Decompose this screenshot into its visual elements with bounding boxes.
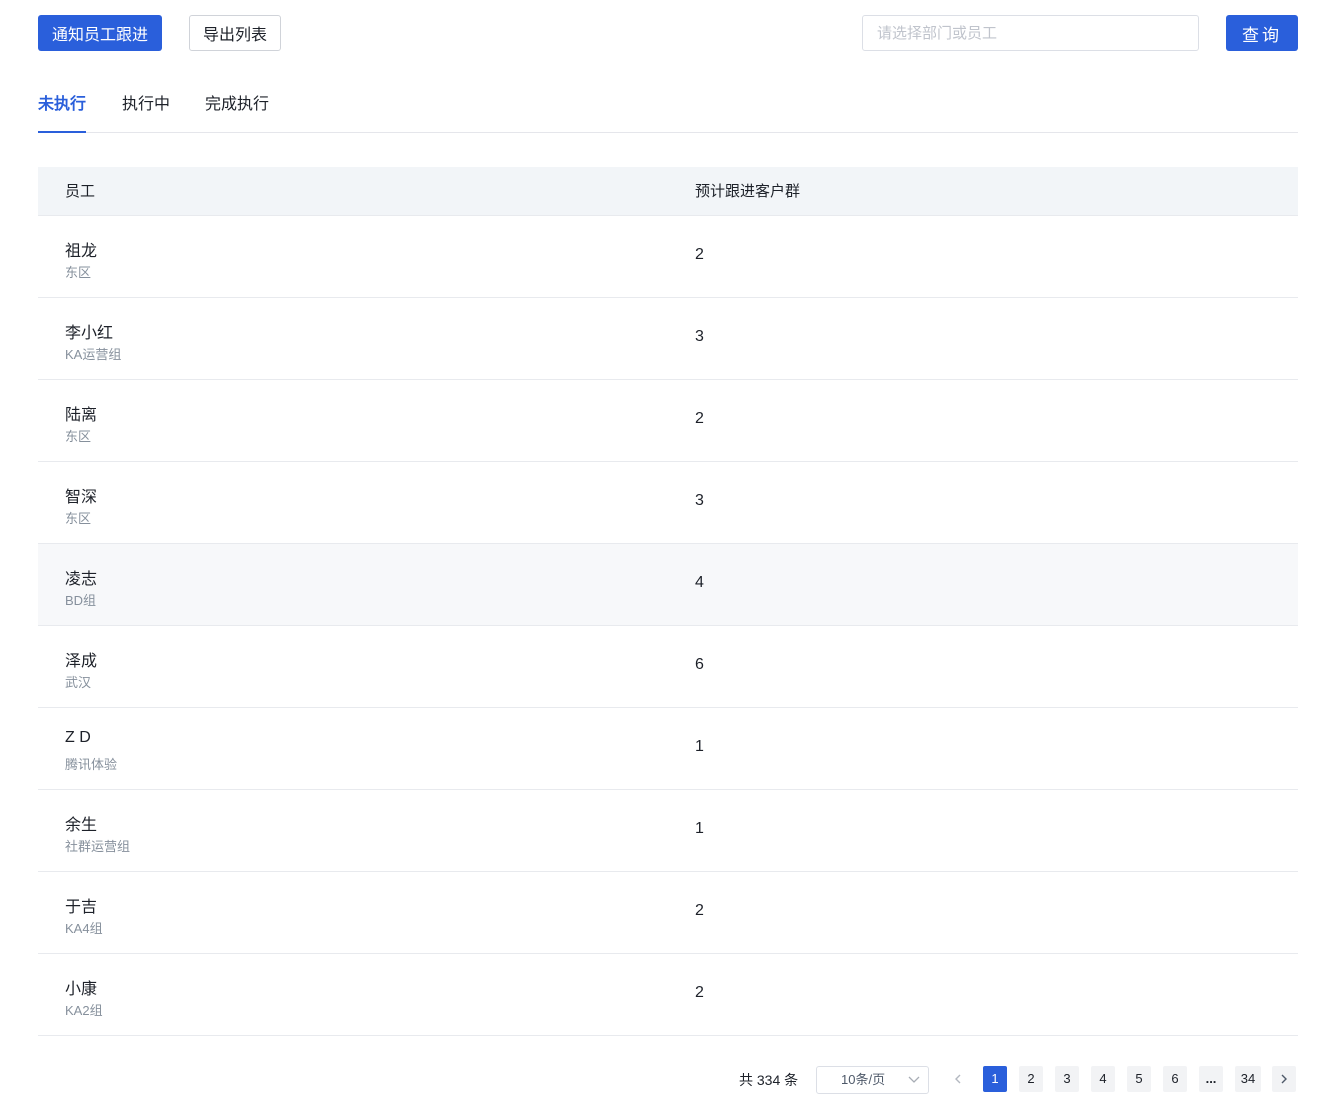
table-row[interactable]: 陆离 东区 2 bbox=[38, 380, 1298, 462]
toolbar: 通知员工跟进 导出列表 查询 bbox=[38, 15, 1298, 51]
next-page-button[interactable] bbox=[1272, 1066, 1296, 1092]
page-size-select[interactable]: 10条/页 bbox=[816, 1066, 929, 1094]
more-pages-ellipsis[interactable]: ... bbox=[1199, 1066, 1223, 1092]
page-6-button[interactable]: 6 bbox=[1163, 1066, 1187, 1092]
employee-name: 陆离 bbox=[65, 407, 98, 424]
column-header-employee: 员工 bbox=[65, 183, 96, 200]
table-row[interactable]: 凌志 BD组 4 bbox=[38, 544, 1298, 626]
table-header: 员工 预计跟进客户群 bbox=[38, 167, 1298, 216]
employee-name: 泽成 bbox=[65, 653, 98, 670]
employee-department: 东区 bbox=[65, 265, 92, 280]
page-3-button[interactable]: 3 bbox=[1055, 1066, 1079, 1092]
page-2-button[interactable]: 2 bbox=[1019, 1066, 1043, 1092]
chevron-down-icon bbox=[908, 1076, 920, 1083]
page-34-button[interactable]: 34 bbox=[1235, 1066, 1261, 1092]
table-row[interactable]: 于吉 KA4组 2 bbox=[38, 872, 1298, 954]
status-tabs: 未执行 执行中 完成执行 bbox=[38, 86, 1298, 133]
page-4-button[interactable]: 4 bbox=[1091, 1066, 1115, 1092]
employee-department: 东区 bbox=[65, 511, 92, 526]
export-list-button[interactable]: 导出列表 bbox=[189, 15, 281, 51]
employee-department: 社群运营组 bbox=[65, 839, 131, 854]
prev-page-button[interactable] bbox=[946, 1066, 970, 1092]
page-5-button[interactable]: 5 bbox=[1127, 1066, 1151, 1092]
tab-not-executed[interactable]: 未执行 bbox=[38, 86, 87, 133]
notify-employees-button[interactable]: 通知员工跟进 bbox=[38, 15, 162, 51]
employee-name: Z D bbox=[65, 729, 91, 746]
table-row[interactable]: Z D 腾讯体验 1 bbox=[38, 708, 1298, 790]
employee-name: 于吉 bbox=[65, 899, 98, 916]
expected-group-count: 2 bbox=[695, 984, 704, 1001]
page-1-button[interactable]: 1 bbox=[983, 1066, 1007, 1092]
table-row[interactable]: 小康 KA2组 2 bbox=[38, 954, 1298, 1036]
employee-department: KA运营组 bbox=[65, 347, 122, 362]
employee-department: 腾讯体验 bbox=[65, 757, 118, 772]
expected-group-count: 1 bbox=[695, 738, 704, 755]
table-row[interactable]: 李小红 KA运营组 3 bbox=[38, 298, 1298, 380]
table-row[interactable]: 智深 东区 3 bbox=[38, 462, 1298, 544]
expected-group-count: 2 bbox=[695, 246, 704, 263]
expected-group-count: 1 bbox=[695, 820, 704, 837]
expected-group-count: 4 bbox=[695, 574, 704, 591]
employee-table: 员工 预计跟进客户群 祖龙 东区 2 李小红 KA运营组 3 陆离 东区 2 智… bbox=[38, 167, 1298, 1036]
expected-group-count: 3 bbox=[695, 328, 704, 345]
employee-name: 小康 bbox=[65, 981, 98, 998]
column-header-expected-groups: 预计跟进客户群 bbox=[695, 183, 801, 200]
expected-group-count: 2 bbox=[695, 410, 704, 427]
employee-department: KA2组 bbox=[65, 1003, 103, 1018]
employee-department: 武汉 bbox=[65, 675, 92, 690]
chevron-left-icon bbox=[955, 1074, 961, 1084]
employee-name: 祖龙 bbox=[65, 243, 98, 260]
table-row[interactable]: 祖龙 东区 2 bbox=[38, 216, 1298, 298]
expected-group-count: 3 bbox=[695, 492, 704, 509]
employee-name: 智深 bbox=[65, 489, 98, 506]
employee-name: 凌志 bbox=[65, 571, 98, 588]
employee-department: 东区 bbox=[65, 429, 92, 444]
expected-group-count: 2 bbox=[695, 902, 704, 919]
department-employee-search-input[interactable] bbox=[862, 15, 1199, 51]
tab-completed[interactable]: 完成执行 bbox=[205, 86, 269, 132]
chevron-right-icon bbox=[1281, 1074, 1287, 1084]
expected-group-count: 6 bbox=[695, 656, 704, 673]
table-row[interactable]: 泽成 武汉 6 bbox=[38, 626, 1298, 708]
tab-executing[interactable]: 执行中 bbox=[122, 86, 170, 132]
table-row[interactable]: 余生 社群运营组 1 bbox=[38, 790, 1298, 872]
employee-name: 余生 bbox=[65, 817, 98, 834]
query-button[interactable]: 查询 bbox=[1226, 15, 1298, 51]
total-count: 共 334 条 bbox=[739, 1072, 799, 1088]
employee-department: BD组 bbox=[65, 593, 97, 608]
employee-department: KA4组 bbox=[65, 921, 103, 936]
employee-name: 李小红 bbox=[65, 325, 114, 342]
pagination: 共 334 条 10条/页 1 2 3 4 5 6 ... 34 bbox=[0, 1066, 1326, 1094]
page-size-value: 10条/页 bbox=[841, 1072, 886, 1087]
